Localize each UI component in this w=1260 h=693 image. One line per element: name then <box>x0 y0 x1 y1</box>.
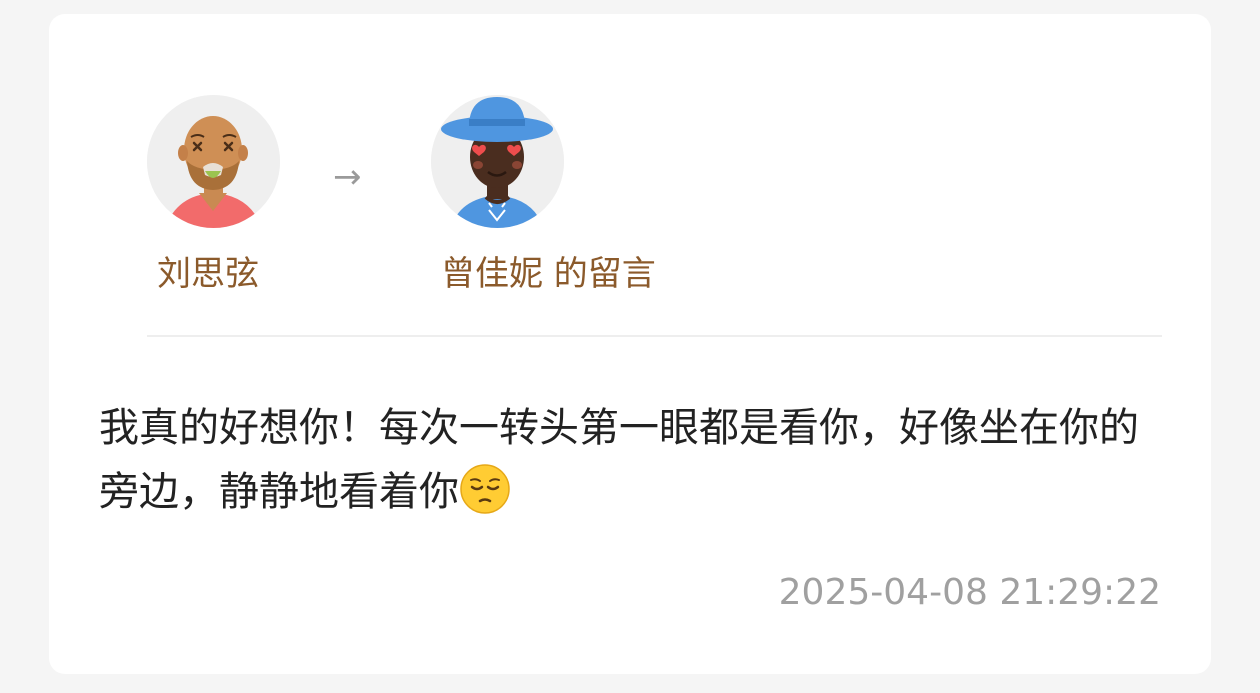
sender-name[interactable]: 刘思弦 <box>157 252 259 296</box>
message-body: 我真的好想你！每次一转头第一眼都是看你，好像坐在你的旁边，静静地看着你 <box>99 396 1159 524</box>
receiver-suffix: 的留言 <box>543 254 656 294</box>
message-text: 我真的好想你！每次一转头第一眼都是看你，好像坐在你的旁边，静静地看着你 <box>99 405 1139 515</box>
receiver-avatar[interactable] <box>431 95 564 228</box>
receiver-name[interactable]: 曾佳妮 <box>441 254 543 294</box>
direction-arrow: → <box>333 157 362 197</box>
message-card: → 刘思弦 曾佳妮 的留言 我真的好想你！每次一转头第一眼都是看你，好像坐在你的… <box>49 14 1211 674</box>
timestamp: 2025-04-08 21:29:22 <box>778 572 1161 613</box>
receiver-heading: 曾佳妮 的留言 <box>441 252 656 296</box>
bald-man-avatar-icon <box>147 95 280 228</box>
sender-avatar[interactable] <box>147 95 280 228</box>
man-with-blue-hat-avatar-icon <box>431 95 564 228</box>
pensive-face-emoji-icon <box>460 464 510 514</box>
divider <box>147 335 1162 337</box>
